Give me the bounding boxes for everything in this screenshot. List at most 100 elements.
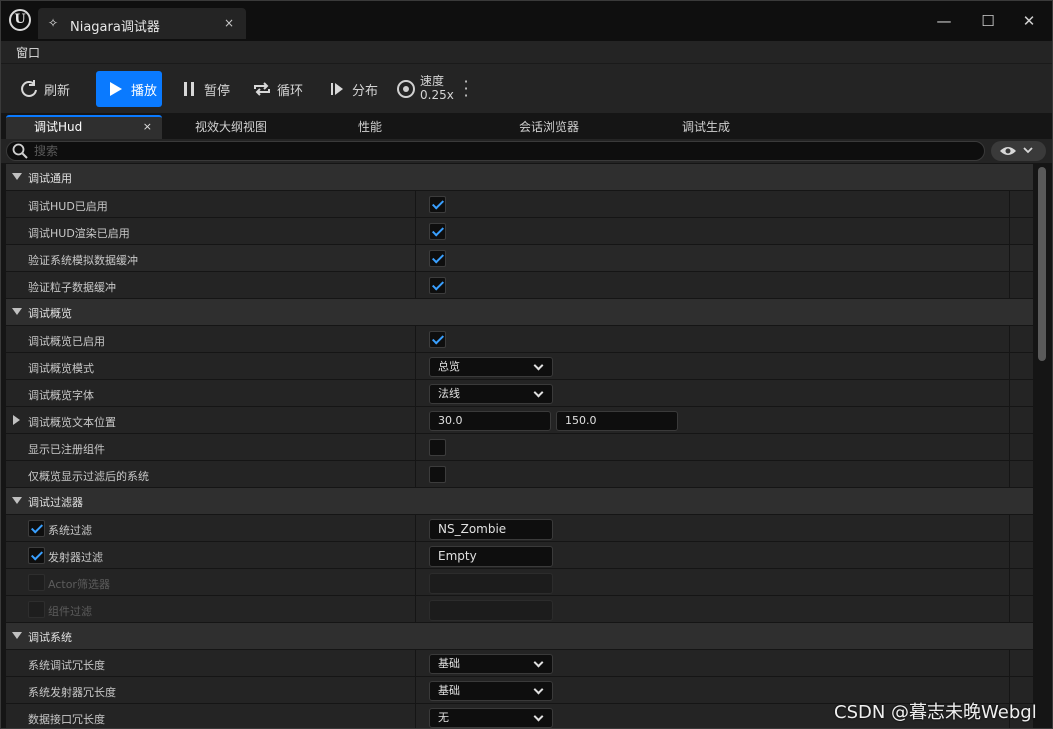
- property-row: 调试概览模式 总览: [6, 353, 1033, 380]
- position-x-input[interactable]: 30.0: [429, 411, 551, 431]
- tab-debug-hud[interactable]: 调试Hud ×: [6, 115, 162, 139]
- close-window-button[interactable]: ✕: [1019, 11, 1039, 31]
- minimize-button[interactable]: —: [934, 11, 954, 31]
- category-label: 调试系统: [28, 631, 72, 644]
- search-input[interactable]: [34, 143, 934, 159]
- menu-window[interactable]: 窗口: [16, 44, 40, 61]
- speed-control[interactable]: 速度 0.25x: [420, 74, 454, 102]
- property-row: 验证系统模拟数据缓冲: [6, 245, 1033, 272]
- data-interface-verbosity-dropdown[interactable]: 无: [429, 708, 553, 728]
- emitter-filter-checkbox[interactable]: [28, 547, 45, 564]
- hud-render-enabled-checkbox[interactable]: [429, 223, 446, 240]
- component-filter-input[interactable]: [429, 600, 553, 621]
- dropdown-value: 基础: [438, 657, 460, 670]
- unreal-logo-icon[interactable]: U: [9, 9, 31, 31]
- vertical-scrollbar[interactable]: [1038, 167, 1046, 361]
- dropdown-value: 基础: [438, 684, 460, 697]
- property-row: 系统调试冗长度 基础: [6, 650, 1033, 677]
- validate-system-buffer-checkbox[interactable]: [429, 250, 446, 267]
- overview-enabled-checkbox[interactable]: [429, 331, 446, 348]
- loop-label: 循环: [277, 83, 304, 99]
- tab-performance[interactable]: 性能: [358, 115, 382, 139]
- pause-icon: [179, 79, 199, 99]
- title-bar: U ✧ Niagara调试器 × — ☐ ✕: [1, 1, 1052, 41]
- actor-filter-input[interactable]: [429, 573, 553, 594]
- collapse-arrow-icon[interactable]: [12, 632, 22, 639]
- pause-label: 暂停: [204, 83, 231, 99]
- distribute-button[interactable]: 分布: [327, 71, 378, 107]
- system-filter-input[interactable]: NS_Zombie: [429, 519, 553, 540]
- play-button[interactable]: 播放: [96, 71, 162, 107]
- dropdown-value: 总览: [438, 360, 460, 373]
- system-filter-checkbox[interactable]: [28, 520, 45, 537]
- property-label: 调试HUD渲染已启用: [28, 227, 130, 240]
- menu-bar: 窗口: [1, 41, 1052, 63]
- search-box[interactable]: [6, 141, 985, 161]
- category-debug-general[interactable]: 调试通用: [6, 164, 1033, 191]
- expand-arrow-icon[interactable]: [13, 415, 20, 425]
- refresh-icon: [19, 79, 39, 99]
- chevron-down-icon: [533, 684, 544, 695]
- system-verbosity-dropdown[interactable]: 基础: [429, 654, 553, 674]
- tab-debug-hud-label: 调试Hud: [34, 120, 83, 134]
- eye-icon: [1000, 147, 1016, 155]
- refresh-button[interactable]: 刷新: [19, 71, 70, 107]
- validate-particle-buffer-checkbox[interactable]: [429, 277, 446, 294]
- property-label: 系统调试冗长度: [28, 659, 105, 672]
- collapse-arrow-icon[interactable]: [12, 173, 22, 180]
- chevron-down-icon: [533, 360, 544, 371]
- show-registered-components-checkbox[interactable]: [429, 439, 446, 456]
- property-row: Actor筛选器: [6, 569, 1033, 596]
- tab-debug-spawn[interactable]: 调试生成: [682, 115, 730, 139]
- refresh-label: 刷新: [44, 83, 71, 99]
- property-row: 仅概览显示过滤后的系统: [6, 461, 1033, 488]
- niagara-debugger-window: U ✧ Niagara调试器 × — ☐ ✕ 窗口 刷新 播放 暂停 循环 分布…: [0, 0, 1053, 729]
- emitter-verbosity-dropdown[interactable]: 基础: [429, 681, 553, 701]
- collapse-arrow-icon[interactable]: [12, 308, 22, 315]
- close-tab-icon[interactable]: ×: [143, 117, 152, 137]
- tab-session-browser[interactable]: 会话浏览器: [519, 115, 579, 139]
- overview-font-dropdown[interactable]: 法线: [429, 384, 553, 404]
- speed-icon[interactable]: [397, 80, 415, 98]
- document-tab[interactable]: ✧ Niagara调试器 ×: [38, 8, 246, 39]
- more-options-icon[interactable]: · · ·: [461, 74, 471, 104]
- details-panel: 调试通用 调试HUD已启用 调试HUD渲染已启用 验证系统模拟数据缓冲 验证粒子…: [6, 164, 1033, 728]
- chevron-down-icon: [533, 657, 544, 668]
- play-label: 播放: [131, 83, 158, 99]
- component-filter-checkbox[interactable]: [28, 601, 45, 618]
- collapse-arrow-icon[interactable]: [12, 497, 22, 504]
- panel-tabs: 调试Hud × 视效大纲视图 性能 会话浏览器 调试生成: [1, 113, 1052, 139]
- property-label: 系统发射器冗长度: [28, 686, 116, 699]
- overview-filtered-only-checkbox[interactable]: [429, 466, 446, 483]
- category-label: 调试过滤器: [28, 496, 83, 509]
- chevron-down-icon: [533, 387, 544, 398]
- visibility-options-button[interactable]: [991, 141, 1046, 161]
- speed-label: 速度: [420, 74, 445, 88]
- close-tab-icon[interactable]: ×: [224, 16, 234, 30]
- document-tab-title: Niagara调试器: [70, 20, 160, 35]
- overview-mode-dropdown[interactable]: 总览: [429, 357, 553, 377]
- step-play-icon: [327, 79, 347, 99]
- search-row: [1, 139, 1052, 163]
- emitter-filter-input[interactable]: Empty: [429, 546, 553, 567]
- actor-filter-checkbox[interactable]: [28, 574, 45, 591]
- property-row: 调试HUD已启用: [6, 191, 1033, 218]
- property-label: 数据接口冗长度: [28, 713, 105, 726]
- position-y-input[interactable]: 150.0: [556, 411, 678, 431]
- pause-button[interactable]: 暂停: [179, 71, 230, 107]
- maximize-button[interactable]: ☐: [978, 11, 998, 31]
- property-label: 系统过滤: [48, 524, 92, 537]
- property-label: 调试概览字体: [28, 389, 94, 402]
- property-label: 调试HUD已启用: [28, 200, 108, 213]
- property-row: 组件过滤: [6, 596, 1033, 623]
- loop-button[interactable]: 循环: [252, 71, 303, 107]
- category-debug-overview[interactable]: 调试概览: [6, 299, 1033, 326]
- chevron-down-icon: [1023, 147, 1033, 154]
- category-debug-system[interactable]: 调试系统: [6, 623, 1033, 650]
- property-label: 验证系统模拟数据缓冲: [28, 254, 138, 267]
- property-label: 显示已注册组件: [28, 443, 105, 456]
- category-debug-filters[interactable]: 调试过滤器: [6, 488, 1033, 515]
- niagara-sparkle-icon: ✧: [48, 16, 59, 30]
- hud-enabled-checkbox[interactable]: [429, 196, 446, 213]
- tab-fx-outliner[interactable]: 视效大纲视图: [195, 115, 267, 139]
